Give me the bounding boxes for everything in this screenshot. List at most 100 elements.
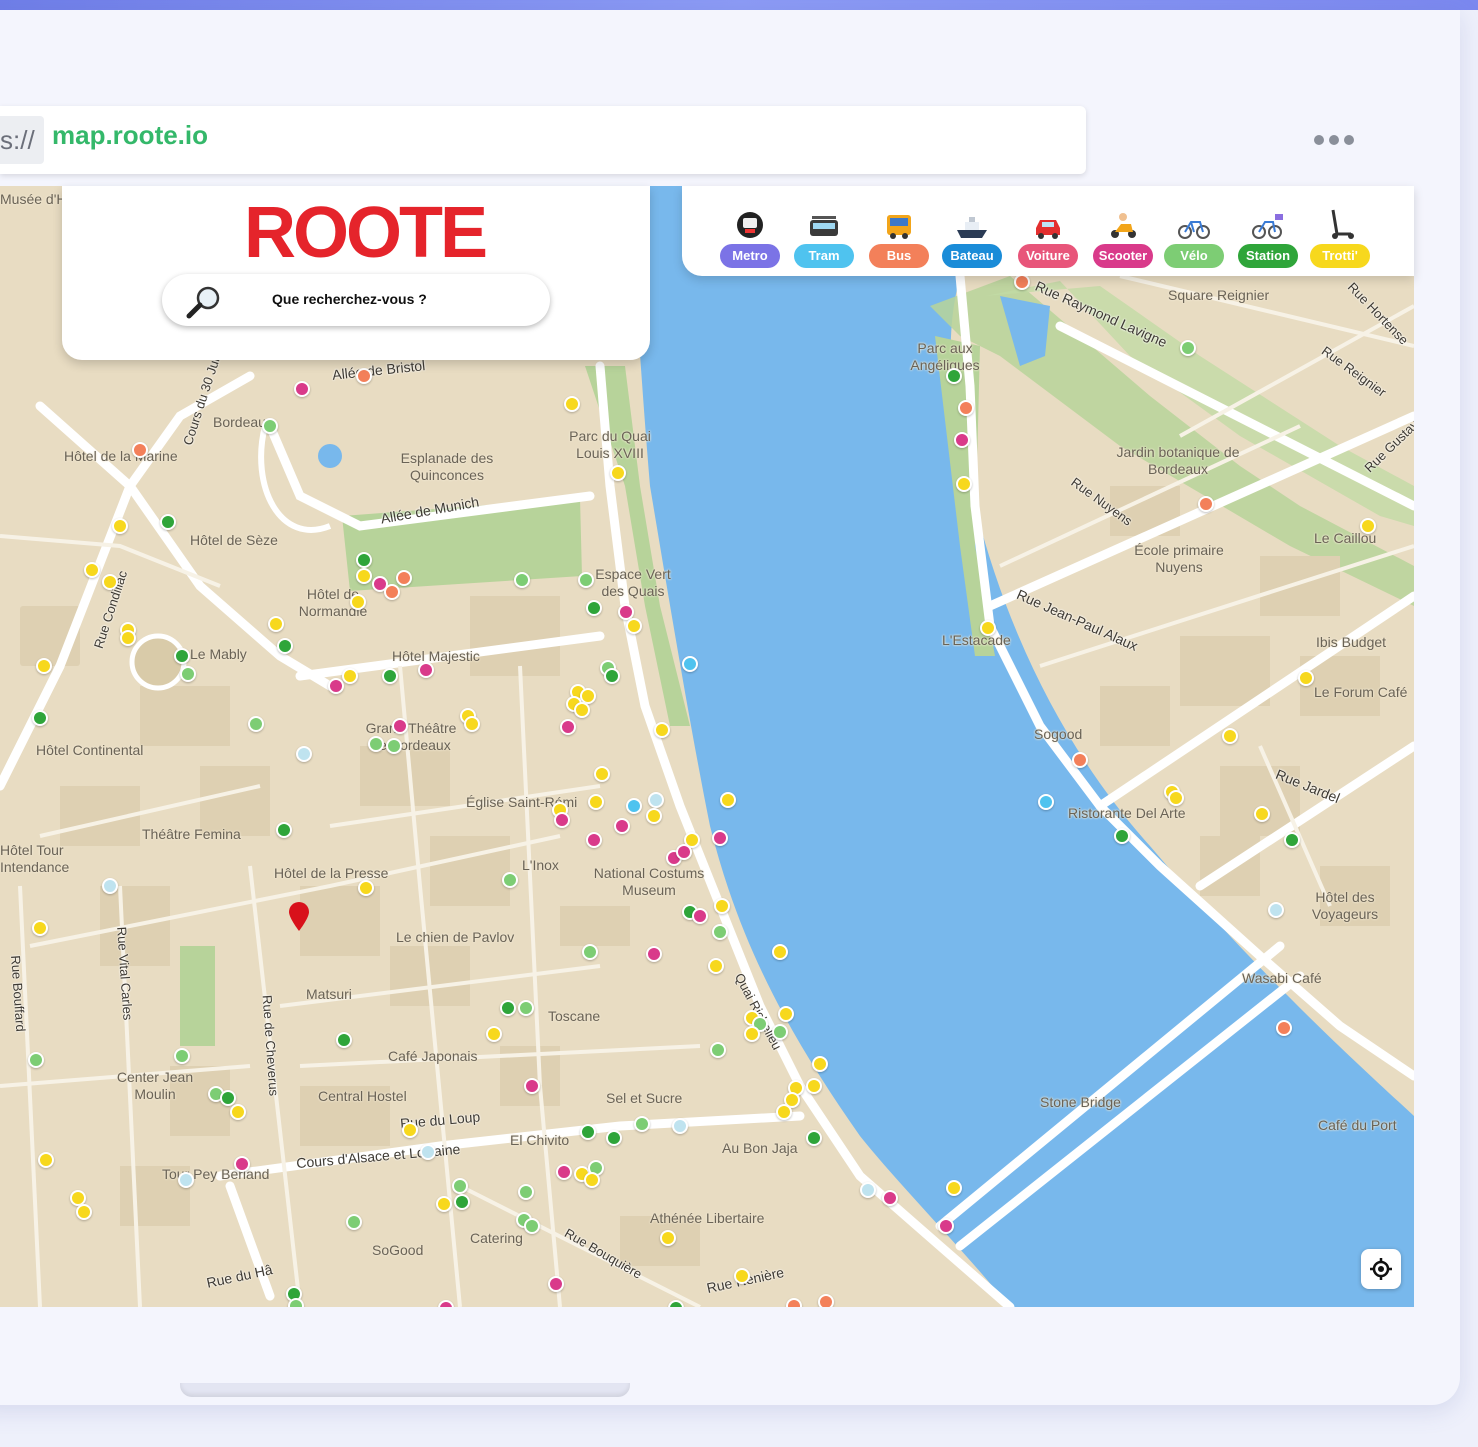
map-marker[interactable] — [500, 1000, 516, 1016]
map-marker[interactable] — [882, 1190, 898, 1206]
map-marker[interactable] — [646, 946, 662, 962]
map-marker[interactable] — [1180, 340, 1196, 356]
map-marker[interactable] — [958, 400, 974, 416]
map-marker[interactable] — [180, 666, 196, 682]
mode-voiture[interactable]: Voiture — [1016, 208, 1080, 268]
map-marker[interactable] — [806, 1078, 822, 1094]
map-marker[interactable] — [610, 465, 626, 481]
map-marker[interactable] — [692, 908, 708, 924]
map-marker[interactable] — [586, 832, 602, 848]
map-marker[interactable] — [626, 798, 642, 814]
map-marker[interactable] — [382, 668, 398, 684]
map-marker[interactable] — [604, 668, 620, 684]
map-marker[interactable] — [634, 1116, 650, 1132]
mode-bateau[interactable]: Bateau — [940, 208, 1004, 268]
map-marker[interactable] — [712, 830, 728, 846]
map-marker[interactable] — [220, 1090, 236, 1106]
map-marker[interactable] — [574, 702, 590, 718]
map-marker[interactable] — [938, 1218, 954, 1234]
map-marker[interactable] — [120, 630, 136, 646]
map-marker[interactable] — [454, 1194, 470, 1210]
map-marker[interactable] — [648, 792, 664, 808]
map-marker[interactable] — [708, 958, 724, 974]
map-marker[interactable] — [518, 1000, 534, 1016]
map-marker[interactable] — [1298, 670, 1314, 686]
map-marker[interactable] — [356, 568, 372, 584]
map-marker[interactable] — [1038, 794, 1054, 810]
mode-scooter[interactable]: Scooter — [1091, 208, 1155, 268]
map-marker[interactable] — [234, 1156, 250, 1172]
map-marker[interactable] — [660, 1230, 676, 1246]
map-marker[interactable] — [654, 722, 670, 738]
map-marker[interactable] — [178, 1172, 194, 1188]
locate-me-button[interactable] — [1361, 1249, 1401, 1289]
map-marker[interactable] — [1014, 274, 1030, 290]
map-marker[interactable] — [294, 381, 310, 397]
map-marker[interactable] — [296, 746, 312, 762]
map-marker[interactable] — [860, 1182, 876, 1198]
map-marker[interactable] — [386, 738, 402, 754]
map-marker[interactable] — [1284, 832, 1300, 848]
mode-tram[interactable]: Tram — [792, 208, 856, 268]
map-marker[interactable] — [778, 1006, 794, 1022]
map-marker[interactable] — [1254, 806, 1270, 822]
map-marker[interactable] — [672, 1118, 688, 1134]
map-marker[interactable] — [336, 1032, 352, 1048]
mode-bus[interactable]: Bus — [867, 208, 931, 268]
map-marker[interactable] — [710, 1042, 726, 1058]
map-marker[interactable] — [548, 1276, 564, 1292]
map-marker[interactable] — [518, 1184, 534, 1200]
map-marker[interactable] — [682, 656, 698, 672]
map-marker[interactable] — [452, 1178, 468, 1194]
map-marker[interactable] — [402, 1122, 418, 1138]
map-marker[interactable] — [714, 898, 730, 914]
map-marker[interactable] — [588, 794, 604, 810]
map-marker[interactable] — [646, 808, 662, 824]
map-marker[interactable] — [582, 944, 598, 960]
map-marker[interactable] — [392, 718, 408, 734]
map-marker[interactable] — [277, 638, 293, 654]
map-marker[interactable] — [734, 1268, 750, 1284]
map-marker[interactable] — [1198, 496, 1214, 512]
map-marker[interactable] — [772, 944, 788, 960]
map-marker[interactable] — [556, 1164, 572, 1180]
map-marker[interactable] — [230, 1104, 246, 1120]
map-marker[interactable] — [36, 658, 52, 674]
map-marker[interactable] — [436, 1196, 452, 1212]
map-marker[interactable] — [676, 844, 692, 860]
map-marker[interactable] — [464, 716, 480, 732]
map-marker[interactable] — [418, 662, 434, 678]
mode-metro[interactable]: Metro — [718, 208, 782, 268]
map-marker[interactable] — [524, 1078, 540, 1094]
map-marker[interactable] — [160, 514, 176, 530]
map-marker[interactable] — [132, 442, 148, 458]
map-marker[interactable] — [328, 678, 344, 694]
map-marker[interactable] — [84, 562, 100, 578]
map-marker[interactable] — [346, 1214, 362, 1230]
map-marker[interactable] — [262, 418, 278, 434]
map-marker[interactable] — [486, 1026, 502, 1042]
map-marker[interactable] — [76, 1204, 92, 1220]
map-marker[interactable] — [368, 736, 384, 752]
browser-url-bar[interactable]: s:// map.roote.io — [0, 106, 1086, 174]
map-marker[interactable] — [594, 766, 610, 782]
map-marker[interactable] — [174, 1048, 190, 1064]
map-marker[interactable] — [32, 920, 48, 936]
map-marker[interactable] — [268, 616, 284, 632]
mode-trotti[interactable]: Trotti' — [1308, 208, 1372, 268]
map-marker[interactable] — [980, 620, 996, 636]
map-marker[interactable] — [1360, 518, 1376, 534]
map-marker[interactable] — [606, 1130, 622, 1146]
map-marker[interactable] — [712, 924, 728, 940]
map-marker[interactable] — [786, 1298, 802, 1307]
map-marker[interactable] — [772, 1024, 788, 1040]
map-marker[interactable] — [564, 396, 580, 412]
map-marker[interactable] — [350, 594, 366, 610]
map-marker[interactable] — [248, 716, 264, 732]
map-marker[interactable] — [584, 1172, 600, 1188]
map-marker[interactable] — [384, 584, 400, 600]
map-marker[interactable] — [28, 1052, 44, 1068]
map-marker[interactable] — [806, 1130, 822, 1146]
map-marker[interactable] — [946, 368, 962, 384]
map-marker[interactable] — [38, 1152, 54, 1168]
